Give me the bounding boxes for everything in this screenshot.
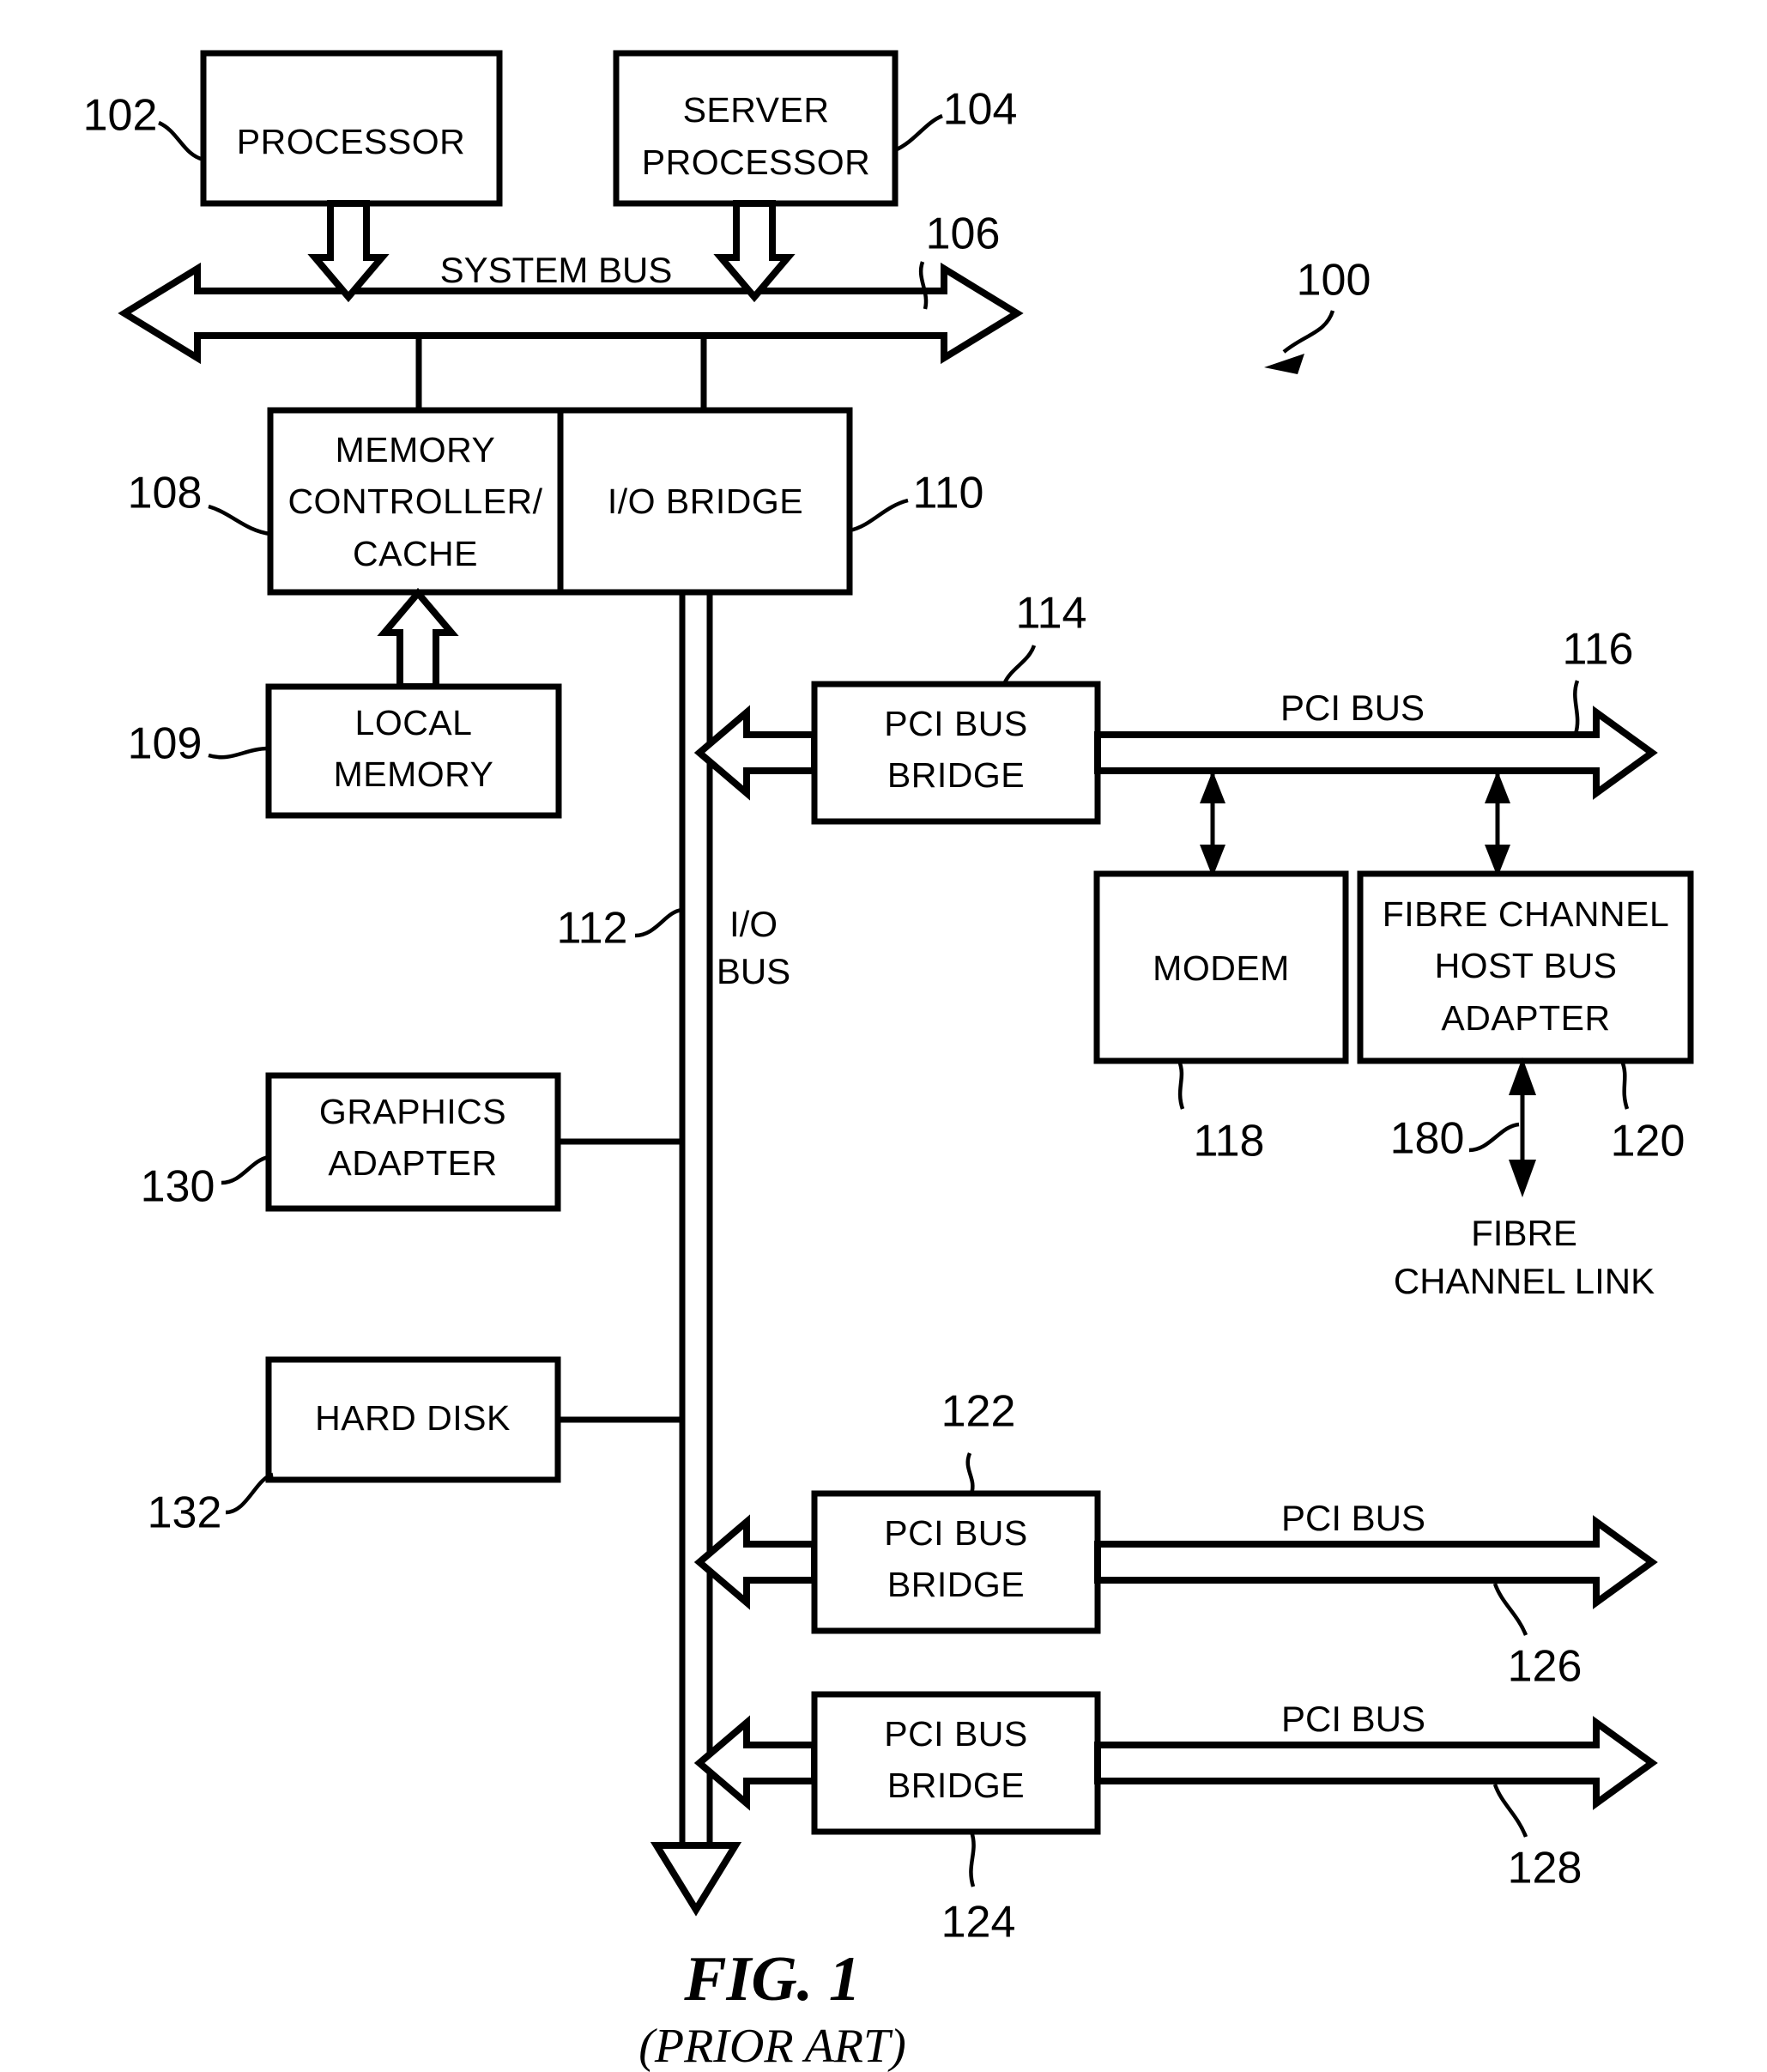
fibre-channel-link-label-line1: FIBRE bbox=[1471, 1213, 1577, 1253]
ref-100-leader-arrow bbox=[1264, 310, 1335, 374]
ref-128-leader bbox=[1492, 1784, 1528, 1838]
ref-118-label: 118 bbox=[1194, 1117, 1265, 1166]
memory-controller-label-line2: CONTROLLER/ bbox=[287, 482, 542, 521]
ref-126-leader bbox=[1492, 1583, 1528, 1636]
ref-130-leader bbox=[221, 1154, 269, 1185]
ref-118-leader bbox=[1177, 1060, 1185, 1110]
ref-116-label: 116 bbox=[1563, 625, 1634, 675]
ref-120-leader bbox=[1619, 1060, 1630, 1110]
server-processor-label-line2: PROCESSOR bbox=[642, 142, 871, 182]
pci-bus-bridge-124-label-line2: BRIDGE bbox=[887, 1766, 1025, 1805]
io-bus-label-line1: I/O bbox=[729, 904, 778, 944]
figure-subtitle: (PRIOR ART) bbox=[638, 2020, 906, 2072]
ref-112-label: 112 bbox=[557, 904, 628, 954]
pci-bus-bridge-114-label-line2: BRIDGE bbox=[887, 755, 1025, 795]
ref-100-label: 100 bbox=[1297, 256, 1371, 306]
pci-bus-bridge-122-label-line2: BRIDGE bbox=[887, 1565, 1025, 1604]
pci-bridge-124-to-io-bus-arrow bbox=[693, 1715, 818, 1811]
ref-122-label: 122 bbox=[941, 1387, 1016, 1437]
ref-120-label: 120 bbox=[1611, 1117, 1685, 1166]
ref-132-leader bbox=[225, 1472, 274, 1515]
system-bus-label: SYSTEM BUS bbox=[440, 250, 673, 290]
ref-114-label: 114 bbox=[1016, 589, 1087, 639]
pci-bus-bridge-124-label-line1: PCI BUS bbox=[884, 1714, 1028, 1754]
io-bus-label-line2: BUS bbox=[717, 951, 790, 991]
pci-bridge-122-to-io-bus-arrow bbox=[693, 1514, 818, 1610]
local-memory-label-line1: LOCAL bbox=[355, 703, 473, 742]
ref-128-label: 128 bbox=[1508, 1844, 1582, 1893]
hard-disk-label: HARD DISK bbox=[315, 1398, 511, 1438]
ref-104-label: 104 bbox=[943, 85, 1018, 135]
figure-title: FIG. 1 bbox=[683, 1944, 861, 2014]
fibre-channel-link-label-line2: CHANNEL LINK bbox=[1394, 1261, 1655, 1301]
ref-124-label: 124 bbox=[941, 1898, 1016, 1948]
fibre-channel-adapter-label-line3: ADAPTER bbox=[1441, 998, 1610, 1038]
ref-116-leader bbox=[1573, 680, 1580, 735]
ref-104-leader bbox=[894, 113, 943, 153]
graphics-adapter-label-line1: GRAPHICS bbox=[319, 1092, 506, 1131]
ref-108-label: 108 bbox=[128, 469, 203, 518]
io-bridge-label: I/O BRIDGE bbox=[608, 482, 803, 521]
pci-bus-116-label: PCI BUS bbox=[1280, 688, 1425, 728]
fibre-channel-adapter-label-line1: FIBRE CHANNEL bbox=[1383, 894, 1670, 934]
memory-controller-label-line3: CACHE bbox=[353, 534, 478, 573]
io-bus-line bbox=[650, 592, 742, 1917]
processor-label: PROCESSOR bbox=[237, 122, 466, 161]
server-processor-label-line1: SERVER bbox=[683, 90, 830, 130]
ref-180-label: 180 bbox=[1390, 1114, 1465, 1164]
local-memory-to-controller-arrow bbox=[377, 587, 459, 690]
ref-109-label: 109 bbox=[128, 719, 203, 769]
ref-124-leader bbox=[969, 1831, 976, 1887]
pci-bus-bridge-114-label-line1: PCI BUS bbox=[884, 704, 1028, 743]
ref-109-leader bbox=[208, 746, 269, 760]
pci-bus-128-label: PCI BUS bbox=[1281, 1699, 1425, 1739]
ref-130-label: 130 bbox=[141, 1162, 215, 1212]
ref-102-label: 102 bbox=[83, 91, 158, 141]
ref-180-leader bbox=[1468, 1122, 1520, 1153]
ref-102-leader bbox=[157, 120, 204, 162]
server-processor-to-system-bus-arrow bbox=[713, 200, 796, 303]
patent-figure-page: PROCESSOR 102 SERVER PROCESSOR 104 SYSTE… bbox=[0, 0, 1767, 2072]
pci-bus-to-modem-arrow bbox=[1200, 771, 1225, 877]
pci-bridge-114-to-io-bus-arrow bbox=[693, 705, 818, 801]
ref-122-leader bbox=[965, 1452, 975, 1494]
ref-108-leader bbox=[208, 504, 271, 536]
fibre-channel-adapter-label-line2: HOST BUS bbox=[1435, 946, 1618, 985]
ref-110-leader bbox=[849, 498, 909, 533]
ref-114-leader bbox=[1002, 645, 1037, 686]
modem-label: MODEM bbox=[1153, 948, 1290, 988]
ref-110-label: 110 bbox=[913, 469, 984, 518]
local-memory-label-line2: MEMORY bbox=[334, 754, 494, 794]
ref-132-label: 132 bbox=[148, 1488, 222, 1538]
processor-to-system-bus-arrow bbox=[307, 200, 390, 303]
ref-112-leader bbox=[634, 907, 683, 938]
pci-bus-to-fibre-adapter-arrow bbox=[1485, 771, 1510, 877]
graphics-adapter-label-line2: ADAPTER bbox=[328, 1143, 497, 1183]
memory-controller-label-line1: MEMORY bbox=[336, 430, 496, 470]
pci-bus-bridge-122-label-line1: PCI BUS bbox=[884, 1513, 1028, 1553]
ref-126-label: 126 bbox=[1508, 1642, 1582, 1692]
pci-bus-126-label: PCI BUS bbox=[1281, 1498, 1425, 1538]
figure-1-block-diagram: PROCESSOR 102 SERVER PROCESSOR 104 SYSTE… bbox=[83, 50, 1694, 2072]
ref-106-label: 106 bbox=[926, 209, 1001, 259]
